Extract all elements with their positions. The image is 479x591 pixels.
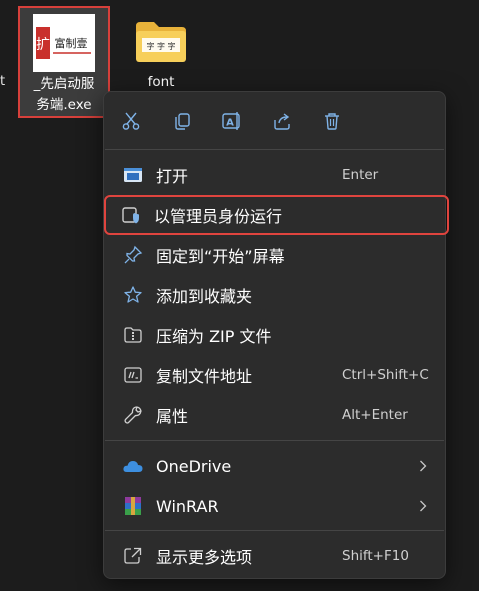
copy-icon bbox=[175, 113, 190, 130]
shield-run-as-admin-icon bbox=[121, 205, 141, 225]
menu-item-properties[interactable]: 属性 Alt+Enter bbox=[108, 397, 441, 433]
rename-button[interactable]: A bbox=[215, 104, 249, 138]
font-folder-icon[interactable]: 字 字 字 font bbox=[122, 14, 200, 94]
menu-item-label: 压缩为 ZIP 文件 bbox=[156, 327, 272, 346]
menu-item-compress-zip[interactable]: 压缩为 ZIP 文件 bbox=[108, 317, 441, 353]
menu-item-shortcut: Ctrl+Shift+C bbox=[342, 367, 429, 383]
exe-label-line2: 务端.exe bbox=[36, 97, 92, 113]
zip-folder-icon bbox=[123, 325, 143, 345]
menu-item-run-as-admin[interactable]: 以管理员身份运行 bbox=[104, 195, 449, 235]
menu-separator bbox=[105, 440, 444, 441]
cut-button[interactable] bbox=[114, 104, 148, 138]
menu-separator bbox=[105, 530, 444, 531]
svg-text:富制壹: 富制壹 bbox=[55, 36, 88, 50]
svg-text:字 字 字: 字 字 字 bbox=[146, 41, 175, 51]
share-icon bbox=[274, 113, 290, 130]
menu-item-add-to-favorites[interactable]: 添加到收藏夹 bbox=[108, 277, 441, 313]
menu-item-pin-to-start[interactable]: 固定到“开始”屏幕 bbox=[108, 237, 441, 273]
menu-item-show-more-options[interactable]: 显示更多选项 Shift+F10 bbox=[108, 538, 441, 574]
menu-item-label: 添加到收藏夹 bbox=[156, 287, 253, 306]
menu-item-shortcut: Enter bbox=[342, 167, 379, 183]
menu-item-label: 固定到“开始”屏幕 bbox=[156, 247, 285, 266]
rename-icon: A bbox=[222, 112, 240, 130]
star-icon bbox=[123, 285, 143, 305]
delete-button[interactable] bbox=[315, 104, 349, 138]
menu-item-copy-path[interactable]: 复制文件地址 Ctrl+Shift+C bbox=[108, 357, 441, 393]
onedrive-cloud-icon bbox=[123, 456, 143, 476]
context-menu: A 打开 Enter 以管理员身份运行 固定到“开始”屏幕 添加到收藏夹 压缩为… bbox=[103, 91, 449, 579]
menu-item-label: 属性 bbox=[156, 407, 189, 426]
winrar-icon bbox=[123, 496, 143, 516]
menu-item-label: OneDrive bbox=[156, 456, 232, 476]
open-window-icon bbox=[123, 165, 143, 185]
chevron-right-icon bbox=[420, 460, 427, 472]
svg-text:A: A bbox=[226, 118, 234, 129]
partial-desktop-label: t bbox=[0, 74, 6, 89]
menu-item-label: WinRAR bbox=[156, 496, 219, 516]
wrench-icon bbox=[123, 405, 143, 425]
exe-desktop-icon[interactable]: 扩 富制壹 _先启动服 务端.exe bbox=[18, 6, 110, 118]
menu-item-shortcut: Shift+F10 bbox=[342, 548, 409, 564]
menu-separator bbox=[105, 149, 444, 150]
folder-icon: 字 字 字 bbox=[136, 22, 186, 62]
context-menu-toolbar: A bbox=[104, 92, 445, 148]
copy-path-icon bbox=[123, 365, 143, 385]
more-options-icon bbox=[123, 546, 143, 566]
menu-item-open[interactable]: 打开 Enter bbox=[108, 157, 441, 193]
exe-label-line1: _先启动服 bbox=[33, 76, 95, 92]
menu-item-label: 复制文件地址 bbox=[156, 367, 253, 386]
cut-icon bbox=[122, 112, 140, 130]
menu-item-label: 以管理员身份运行 bbox=[154, 207, 283, 226]
folder-name: font bbox=[147, 74, 175, 90]
menu-item-label: 打开 bbox=[156, 167, 189, 186]
menu-item-onedrive[interactable]: OneDrive bbox=[108, 448, 441, 484]
chevron-right-icon bbox=[420, 500, 427, 512]
copy-button[interactable] bbox=[165, 104, 199, 138]
exe-file-name: _先启动服 务端.exe bbox=[20, 74, 108, 116]
menu-item-shortcut: Alt+Enter bbox=[342, 407, 408, 423]
menu-item-winrar[interactable]: WinRAR bbox=[108, 488, 441, 524]
menu-item-label: 显示更多选项 bbox=[156, 548, 253, 567]
share-button[interactable] bbox=[265, 104, 299, 138]
delete-icon bbox=[325, 113, 339, 130]
pin-icon bbox=[123, 245, 143, 265]
svg-text:扩: 扩 bbox=[36, 37, 50, 53]
exe-thumbnail-icon: 扩 富制壹 bbox=[33, 14, 95, 72]
